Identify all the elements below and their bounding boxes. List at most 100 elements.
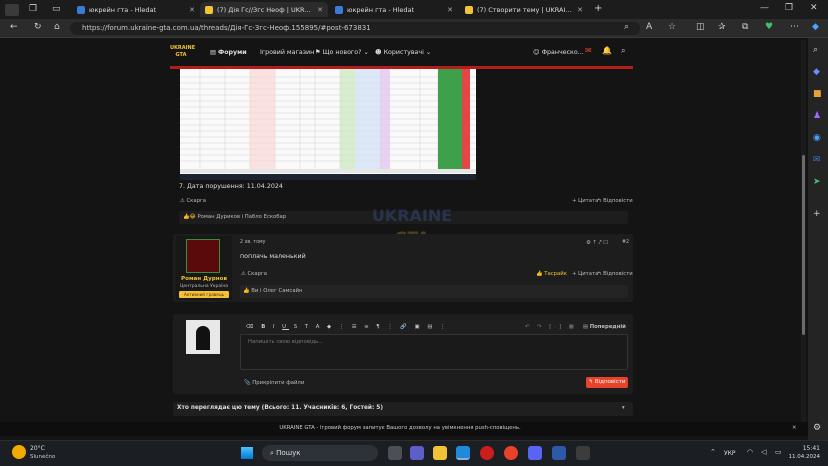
weather-icon[interactable]	[12, 445, 26, 459]
discord-icon[interactable]	[528, 446, 542, 460]
task-view-icon[interactable]	[388, 446, 402, 460]
report-link[interactable]: ⚠ Скарга	[180, 198, 206, 204]
back-icon[interactable]: ←	[10, 23, 18, 32]
battery-icon[interactable]: ▭	[775, 449, 782, 456]
tab-4[interactable]: (7) Створити тему | UKRAINE GTA ✕	[460, 2, 588, 17]
shopping-icon[interactable]: ◆	[813, 68, 820, 77]
close-icon[interactable]: ✕	[317, 6, 323, 14]
reactions-list[interactable]: 👍😂 Роман Дуриков і Пабло Ескобар	[183, 214, 286, 220]
menu-icon[interactable]: ⋯	[790, 23, 799, 32]
minimize-icon[interactable]: —	[760, 4, 769, 13]
search-icon	[77, 5, 85, 14]
attach-files-button[interactable]: 📎 Прикріпити файли	[244, 380, 304, 386]
quote-link[interactable]: + Цитата	[572, 271, 598, 277]
like-button[interactable]: 👍 Тасрайк	[536, 271, 567, 277]
site-favicon-icon	[205, 5, 213, 14]
profile-icon[interactable]	[5, 4, 19, 16]
nav-users[interactable]: ☻ Користувачі ⌄	[375, 49, 431, 56]
nav-shop[interactable]: Ігровий магазин	[260, 49, 314, 56]
spreadsheet-image	[180, 69, 476, 179]
preview-button[interactable]: ▤ Попередній	[583, 324, 626, 330]
new-tab-icon[interactable]: +	[594, 4, 602, 14]
author-role: Центральна Україна	[179, 284, 229, 289]
formatting-buttons[interactable]: ⌫ B I U S T A ◆ ⋮ ☰ ≡ ¶ ⋮ 🔗 ▣ ▤ ⋮	[246, 324, 448, 330]
undo-redo-buttons[interactable]: ↶ ↷ [·] ▦	[525, 324, 577, 330]
clock-time[interactable]: 15:41	[790, 445, 820, 452]
like-icon: 👍	[243, 288, 250, 294]
weather-desc: Slunečno	[30, 454, 56, 460]
search-icon[interactable]: ⌕	[621, 47, 625, 55]
attachment-image[interactable]	[180, 69, 476, 179]
reactions-list[interactable]: 👍 Ви і Олег Самсайн	[243, 288, 303, 294]
tab-1[interactable]: юкрейн гта - Hledat ✕	[72, 2, 200, 17]
opera-icon[interactable]	[480, 446, 494, 460]
address-bar[interactable]: https://forum.ukraine-gta.com.ua/threads…	[70, 22, 640, 35]
file-explorer-icon[interactable]	[433, 446, 447, 460]
inbox-icon[interactable]: ✉	[585, 47, 592, 55]
reply-link[interactable]: ↰ Відповісти	[597, 271, 633, 277]
tools-icon[interactable]: ■	[813, 90, 822, 99]
taskbar-search-label: ⌕ Пошук	[270, 449, 301, 457]
reply-input-placeholder[interactable]: Напишіть свою відповідь...	[248, 339, 323, 345]
copilot-icon[interactable]: ◆	[812, 23, 819, 32]
split-screen-icon[interactable]: ◫	[696, 23, 705, 32]
outlook-icon[interactable]: ✉	[813, 156, 821, 165]
volume-icon[interactable]: ◁	[761, 449, 766, 456]
post-number[interactable]: #2	[622, 240, 629, 245]
avatar[interactable]	[186, 239, 220, 273]
favorite-icon[interactable]: ☆	[668, 23, 676, 32]
workspaces-icon[interactable]: ❐	[29, 5, 37, 14]
submit-reply-button[interactable]: ↰ Відповісти	[586, 377, 628, 388]
office-icon[interactable]: ◉	[813, 134, 821, 143]
opera-gx-icon[interactable]	[504, 446, 518, 460]
weather-temp[interactable]: 20°C	[30, 445, 45, 452]
add-icon[interactable]: +	[813, 210, 821, 219]
zoom-icon[interactable]: ⌕	[624, 23, 629, 32]
chevron-down-icon[interactable]: ▾	[622, 405, 625, 411]
nav-forums[interactable]: ▤ Форуми	[210, 49, 247, 56]
app-icon[interactable]	[552, 446, 566, 460]
nav-whats-new[interactable]: ⚑ Що нового? ⌄	[315, 49, 369, 56]
keyboard-language[interactable]: УКР	[724, 450, 736, 457]
settings-icon[interactable]: ⚙	[813, 424, 821, 433]
author-badge: Активний гравець	[179, 291, 229, 298]
drop-icon[interactable]: ➤	[813, 178, 821, 187]
scrollbar-thumb[interactable]	[802, 155, 805, 335]
quote-link[interactable]: + Цитата	[572, 198, 598, 204]
teams-icon[interactable]	[410, 446, 424, 460]
windows-start-icon[interactable]	[241, 447, 253, 459]
window-close-icon[interactable]: ✕	[810, 4, 818, 13]
clock-date: 11.04.2024	[788, 454, 821, 460]
tray-overflow-icon[interactable]: ⌃	[710, 449, 716, 456]
reply-link[interactable]: ↰ Відповісти	[597, 198, 633, 204]
close-icon[interactable]: ✕	[577, 6, 583, 14]
forum-logo[interactable]: UKRAINE GTA	[170, 45, 195, 61]
read-aloud-icon[interactable]: A	[646, 23, 652, 32]
close-icon[interactable]: ✕	[447, 6, 453, 14]
close-icon[interactable]: ✕	[792, 425, 796, 431]
post-author[interactable]: Роман Дурнов	[178, 276, 230, 282]
favorites-icon[interactable]: ✰	[718, 23, 726, 32]
maximize-icon[interactable]: ❐	[785, 4, 793, 13]
search-icon[interactable]: ⌕	[813, 46, 818, 55]
refresh-icon[interactable]: ↻	[34, 23, 42, 32]
violation-date-text: 7. Дата порушення: 11.04.2024	[179, 183, 283, 190]
home-icon[interactable]: ⌂	[54, 23, 60, 32]
wifi-icon[interactable]: ◠	[747, 449, 753, 456]
tab-3[interactable]: юкрейн гта - Hledat ✕	[330, 2, 458, 17]
post-time[interactable]: 2 хв. тому	[240, 240, 265, 245]
user-menu[interactable]: ☺ Франческо...	[533, 49, 584, 56]
game-app-icon[interactable]	[576, 446, 590, 460]
my-avatar[interactable]	[186, 320, 220, 354]
browser-essentials-icon[interactable]: ♥	[765, 23, 773, 32]
post-actions[interactable]: ⚙ ⇡ ⤤ ☐	[586, 240, 608, 247]
alerts-icon[interactable]: 🔔	[602, 47, 612, 55]
report-link[interactable]: ⚠ Скарга	[241, 271, 267, 277]
push-notification-text: UKRAINE GTA - Ігровий форум запитує Вашо…	[279, 425, 521, 431]
collections-icon[interactable]: ⧉	[742, 23, 748, 32]
tab-2[interactable]: (7) Дія Гс//Згс Неоф | UKRAINE ✕	[200, 2, 328, 17]
close-icon[interactable]: ✕	[189, 6, 195, 14]
edge-icon[interactable]	[456, 446, 470, 460]
games-icon[interactable]: ♟	[813, 112, 821, 121]
tab-actions-icon[interactable]: ▭	[52, 5, 61, 14]
